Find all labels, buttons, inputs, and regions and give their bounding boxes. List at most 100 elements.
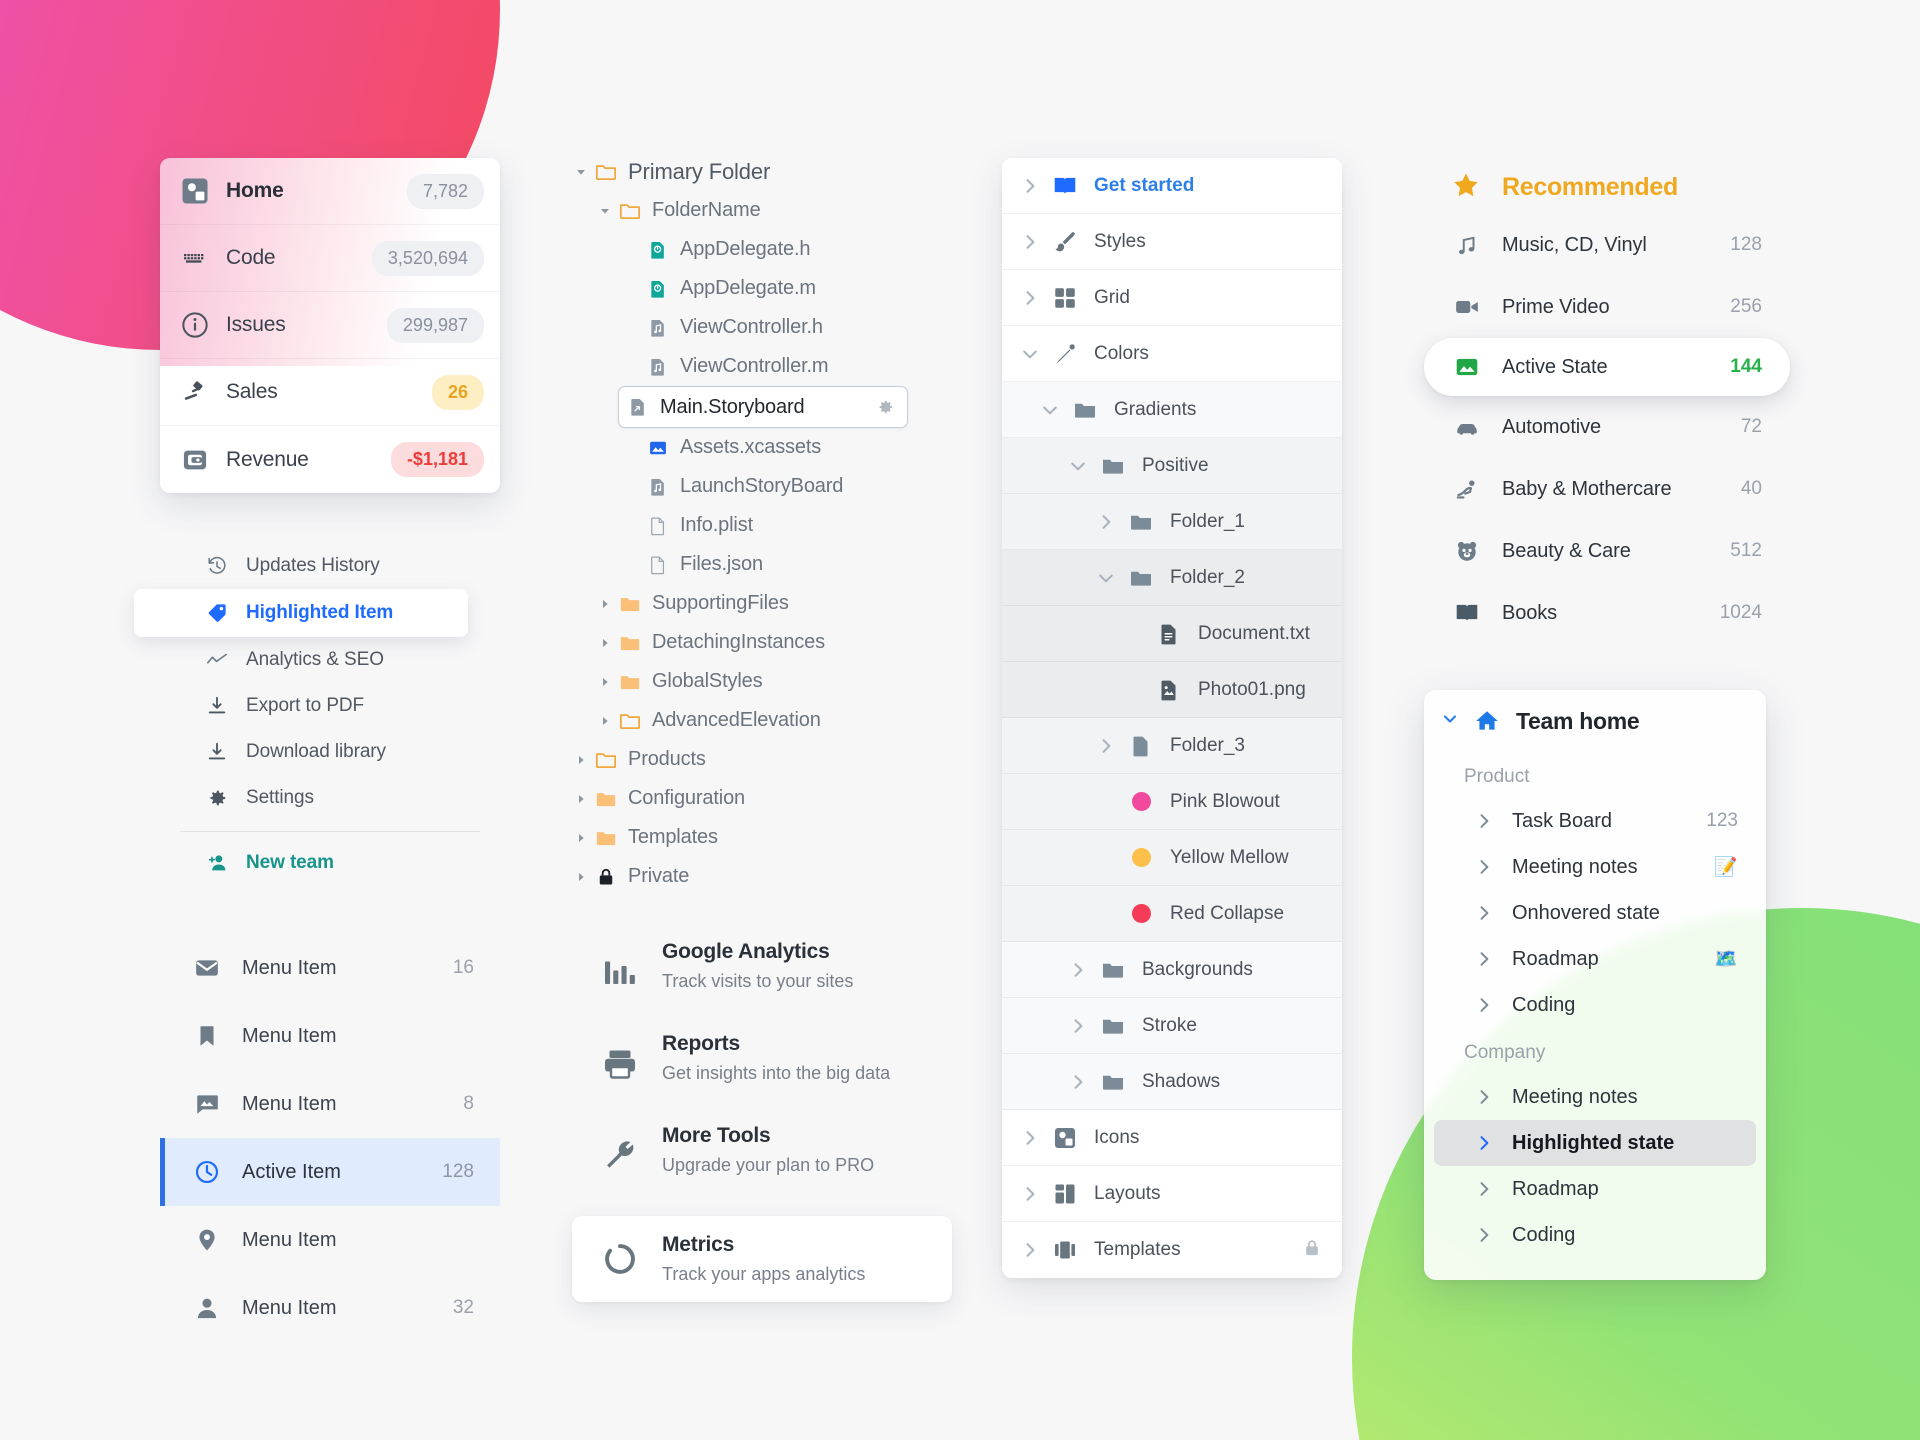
menu-item[interactable]: Menu Item — [160, 1002, 500, 1070]
library-row[interactable]: Grid — [1002, 270, 1342, 326]
file-tree-node[interactable]: Primary Folder — [572, 152, 952, 191]
library-row[interactable]: Backgrounds — [1002, 942, 1342, 998]
caret-right-icon[interactable] — [1474, 1133, 1494, 1153]
library-row[interactable]: Yellow Mellow — [1002, 830, 1342, 886]
team-row[interactable]: Coding — [1434, 1212, 1756, 1258]
file-tree-node[interactable]: AppDelegate.h — [572, 230, 952, 269]
tool-row[interactable]: Metrics Track your apps analytics — [572, 1216, 952, 1302]
stat-row[interactable]: Code 3,520,694 — [160, 225, 500, 292]
team-row[interactable]: Coding — [1434, 982, 1756, 1028]
library-row[interactable]: Positive — [1002, 438, 1342, 494]
gear-icon[interactable] — [875, 397, 895, 417]
library-row[interactable]: Document.txt — [1002, 606, 1342, 662]
library-row[interactable]: Folder_3 — [1002, 718, 1342, 774]
library-row[interactable]: Stroke — [1002, 998, 1342, 1054]
file-tree-node[interactable]: AdvancedElevation — [572, 701, 952, 740]
recommended-item[interactable]: Prime Video 256 — [1432, 276, 1782, 338]
team-row[interactable]: Roadmap — [1434, 1166, 1756, 1212]
file-tree-node[interactable]: LaunchStoryBoard — [572, 467, 952, 506]
tool-row[interactable]: Google Analytics Track visits to your si… — [572, 940, 952, 1032]
file-tree-node[interactable]: DetachingInstances — [572, 623, 952, 662]
team-row[interactable]: Meeting notes 📝 — [1434, 844, 1756, 890]
menu-row[interactable]: Export to PDF — [160, 683, 500, 729]
caret-right-icon[interactable] — [1068, 960, 1088, 980]
library-row[interactable]: Folder_1 — [1002, 494, 1342, 550]
menu-item-active[interactable]: Active Item 128 — [160, 1138, 500, 1206]
team-row[interactable]: Meeting notes — [1434, 1074, 1756, 1120]
file-tree-node[interactable]: Files.json — [572, 545, 952, 584]
library-row[interactable]: Red Collapse — [1002, 886, 1342, 942]
caret-right-icon[interactable] — [1474, 903, 1494, 923]
file-tree-node[interactable]: Info.plist — [572, 506, 952, 545]
recommended-item[interactable]: Automotive 72 — [1432, 396, 1782, 458]
caret-right-icon[interactable] — [1474, 1225, 1494, 1245]
stat-row[interactable]: Home 7,782 — [160, 158, 500, 225]
menu-item[interactable]: Menu Item 16 — [160, 934, 500, 1002]
library-row[interactable]: Styles — [1002, 214, 1342, 270]
tool-row[interactable]: More Tools Upgrade your plan to PRO — [572, 1124, 952, 1216]
menu-item[interactable]: Menu Item — [160, 1206, 500, 1274]
new-team-button[interactable]: New team — [160, 840, 500, 886]
caret-right-icon[interactable] — [1020, 1240, 1040, 1260]
caret-right-icon[interactable] — [1020, 176, 1040, 196]
file-tree-node-selected[interactable]: Main.Storyboard — [618, 386, 908, 428]
library-row[interactable]: Icons — [1002, 1110, 1342, 1166]
caret-right-icon[interactable] — [1020, 232, 1040, 252]
menu-item[interactable]: Menu Item 32 — [160, 1274, 500, 1342]
caret-right-icon[interactable] — [572, 791, 590, 807]
menu-row[interactable]: Analytics & SEO — [160, 637, 500, 683]
tool-row[interactable]: Reports Get insights into the big data — [572, 1032, 952, 1124]
stat-row[interactable]: Issues 299,987 — [160, 292, 500, 359]
recommended-item-selected[interactable]: Active State 144 — [1424, 338, 1790, 396]
menu-row[interactable]: Download library — [160, 729, 500, 775]
menu-row[interactable]: Updates History — [160, 543, 500, 589]
stat-row[interactable]: Sales 26 — [160, 359, 500, 426]
caret-right-icon[interactable] — [596, 674, 614, 690]
library-row[interactable]: Get started — [1002, 158, 1342, 214]
caret-right-icon[interactable] — [1474, 1179, 1494, 1199]
caret-right-icon[interactable] — [596, 713, 614, 729]
library-row[interactable]: Folder_2 — [1002, 550, 1342, 606]
caret-right-icon[interactable] — [1068, 1072, 1088, 1092]
file-tree-node[interactable]: Configuration — [572, 779, 952, 818]
library-row[interactable]: Templates — [1002, 1222, 1342, 1278]
team-row[interactable]: Roadmap 🗺️ — [1434, 936, 1756, 982]
file-tree-node[interactable]: SupportingFiles — [572, 584, 952, 623]
library-row[interactable]: Gradients — [1002, 382, 1342, 438]
caret-down-icon[interactable] — [596, 203, 614, 219]
caret-down-icon[interactable] — [1040, 400, 1060, 420]
menu-row[interactable]: Highlighted Item — [134, 589, 468, 637]
recommended-item[interactable]: Music, CD, Vinyl 128 — [1432, 214, 1782, 276]
caret-down-icon[interactable] — [1068, 456, 1088, 476]
team-row-highlighted[interactable]: Highlighted state — [1434, 1120, 1756, 1166]
menu-row[interactable]: Settings — [160, 775, 500, 821]
caret-right-icon[interactable] — [572, 869, 590, 885]
recommended-item[interactable]: Beauty & Care 512 — [1432, 520, 1782, 582]
chevron-down-icon[interactable] — [1440, 709, 1460, 734]
caret-right-icon[interactable] — [1474, 811, 1494, 831]
caret-right-icon[interactable] — [596, 596, 614, 612]
caret-right-icon[interactable] — [1096, 736, 1116, 756]
caret-right-icon[interactable] — [1068, 1016, 1088, 1036]
recommended-item[interactable]: Books 1024 — [1432, 582, 1782, 644]
file-tree-node[interactable]: FolderName — [572, 191, 952, 230]
recommended-item[interactable]: Baby & Mothercare 40 — [1432, 458, 1782, 520]
caret-down-icon[interactable] — [572, 164, 590, 180]
caret-down-icon[interactable] — [1020, 344, 1040, 364]
file-tree-node[interactable]: ViewController.h — [572, 308, 952, 347]
team-row[interactable]: Task Board 123 — [1434, 798, 1756, 844]
caret-right-icon[interactable] — [572, 752, 590, 768]
file-tree-node[interactable]: Assets.xcassets — [572, 428, 952, 467]
caret-right-icon[interactable] — [1020, 288, 1040, 308]
caret-right-icon[interactable] — [596, 635, 614, 651]
caret-right-icon[interactable] — [1096, 512, 1116, 532]
caret-right-icon[interactable] — [1474, 1087, 1494, 1107]
caret-right-icon[interactable] — [1020, 1184, 1040, 1204]
file-tree-node[interactable]: GlobalStyles — [572, 662, 952, 701]
team-row[interactable]: Onhovered state — [1434, 890, 1756, 936]
file-tree-node[interactable]: AppDelegate.m — [572, 269, 952, 308]
caret-right-icon[interactable] — [572, 830, 590, 846]
file-tree-node[interactable]: Templates — [572, 818, 952, 857]
library-row[interactable]: Layouts — [1002, 1166, 1342, 1222]
library-row[interactable]: Pink Blowout — [1002, 774, 1342, 830]
